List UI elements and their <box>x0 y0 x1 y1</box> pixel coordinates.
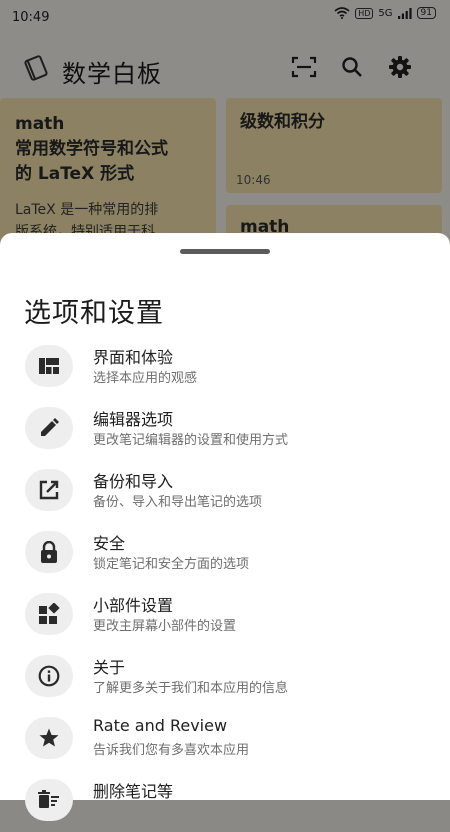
options-list: 界面和体验 选择本应用的观感 编辑器选项 更改笔记编辑器的设置和使用方式 备份和… <box>0 336 450 832</box>
option-label: Rate and Review <box>93 716 228 735</box>
settings-bottom-sheet: 选项和设置 界面和体验 选择本应用的观感 编辑器选项 更改笔记编辑器的设置和使用… <box>0 233 450 821</box>
option-description: 更改主屏幕小部件的设置 <box>93 619 237 634</box>
option-about[interactable]: 关于 了解更多关于我们和本应用的信息 <box>0 646 450 708</box>
dashboard-icon <box>25 345 73 387</box>
option-label: 小部件设置 <box>93 596 174 615</box>
option-editor[interactable]: 编辑器选项 更改笔记编辑器的设置和使用方式 <box>0 398 450 460</box>
info-icon <box>25 655 73 697</box>
pencil-icon <box>25 407 73 449</box>
option-security[interactable]: 安全 锁定笔记和安全方面的选项 <box>0 522 450 584</box>
option-label: 关于 <box>93 658 126 677</box>
delete-sweep-icon <box>25 779 73 821</box>
option-description: 选择本应用的观感 <box>93 371 198 386</box>
option-label: 编辑器选项 <box>93 410 174 429</box>
option-label: 安全 <box>93 534 126 553</box>
drag-handle[interactable] <box>180 249 270 254</box>
option-backup[interactable]: 备份和导入 备份、导入和导出笔记的选项 <box>0 460 450 522</box>
option-description: 更改笔记编辑器的设置和使用方式 <box>93 433 289 448</box>
widgets-icon <box>25 593 73 635</box>
option-label: 界面和体验 <box>93 348 174 367</box>
option-widgets[interactable]: 小部件设置 更改主屏幕小部件的设置 <box>0 584 450 646</box>
option-delete-notes[interactable]: 删除笔记等 <box>0 770 450 832</box>
option-rate-review[interactable]: Rate and Review 告诉我们您有多喜欢本应用 <box>0 708 450 770</box>
export-icon <box>25 469 73 511</box>
option-description: 告诉我们您有多喜欢本应用 <box>93 743 250 758</box>
sheet-title: 选项和设置 <box>24 298 164 329</box>
lock-icon <box>25 531 73 573</box>
option-appearance[interactable]: 界面和体验 选择本应用的观感 <box>0 336 450 398</box>
option-description: 了解更多关于我们和本应用的信息 <box>93 681 289 696</box>
option-description: 备份、导入和导出笔记的选项 <box>93 495 263 510</box>
option-label: 删除笔记等 <box>93 782 174 801</box>
option-description: 锁定笔记和安全方面的选项 <box>93 557 250 572</box>
option-label: 备份和导入 <box>93 472 174 491</box>
star-icon <box>25 717 73 759</box>
